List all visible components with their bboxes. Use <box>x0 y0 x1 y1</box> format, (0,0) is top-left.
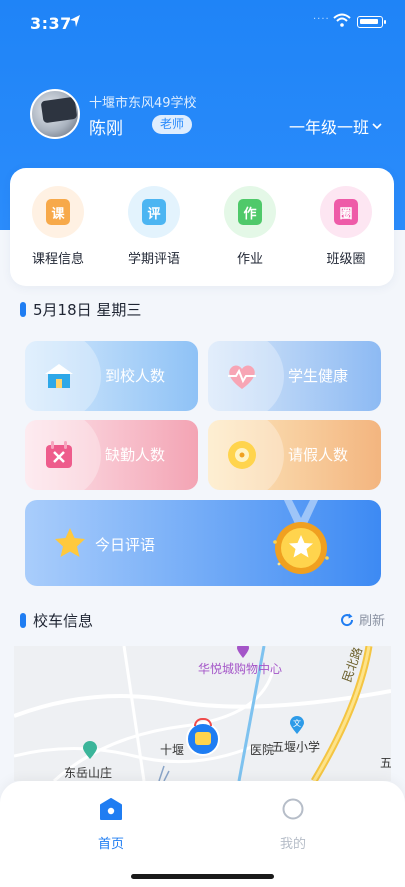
homework-icon: 作 <box>224 186 276 238</box>
map-label-hospital-tail: 医院 <box>250 743 275 757</box>
tab-bar: 首页 我的 <box>0 781 405 887</box>
refresh-icon <box>341 613 353 626</box>
menu-item-homework[interactable]: 作 作业 <box>210 186 290 267</box>
date-title: 5月18日 星期三 <box>33 301 142 319</box>
term-comment-icon: 评 <box>128 186 180 238</box>
school-name: 十堰市东风49学校 <box>89 96 197 111</box>
leave-clock-icon <box>228 441 256 469</box>
stat-card-arrival[interactable]: 到校人数 <box>25 341 198 411</box>
map-label-school: 五堰小学 <box>272 740 321 754</box>
class-selector-label: 一年级一班 <box>288 118 369 137</box>
profile-icon <box>282 798 304 820</box>
map-label-mall: 华悦城购物中心 <box>198 662 283 676</box>
menu-label: 学期评语 <box>127 252 180 267</box>
tab-home[interactable]: 首页 <box>71 797 151 852</box>
refresh-button[interactable]: 刷新 <box>339 610 385 629</box>
area-pin-icon <box>83 741 97 759</box>
map-label-area: 东岳山庄 <box>64 766 113 780</box>
role-badge: 老师 <box>152 115 193 134</box>
star-icon <box>55 528 85 557</box>
map-label-edge: 五 <box>380 756 391 770</box>
stat-label: 请假人数 <box>288 446 349 464</box>
feature-menu: 课 课程信息 评 学期评语 作 作业 圈 班级圈 <box>10 168 394 286</box>
status-time: 3:37 <box>30 14 72 33</box>
menu-item-class-circle[interactable]: 圈 班级圈 <box>306 186 386 267</box>
section-marker <box>20 613 26 628</box>
mall-pin-icon <box>237 646 249 658</box>
menu-item-course-info[interactable]: 课 课程信息 <box>18 186 98 267</box>
stat-card-health[interactable]: 学生健康 <box>208 341 381 411</box>
today-evaluation-label: 今日评语 <box>95 536 156 554</box>
stat-card-absence[interactable]: 缺勤人数 <box>25 420 198 490</box>
class-selector[interactable]: 一年级一班 <box>289 114 383 138</box>
stat-label: 到校人数 <box>105 367 166 385</box>
stat-label: 学生健康 <box>288 367 349 385</box>
menu-label: 课程信息 <box>31 252 84 267</box>
map-label-hospital: 十堰 <box>160 743 185 757</box>
heart-health-icon <box>228 365 256 389</box>
signal-icon: ···· <box>313 14 330 25</box>
status-bar: 3:37 ···· <box>0 0 405 44</box>
tab-mine[interactable]: 我的 <box>253 797 333 852</box>
menu-item-term-comment[interactable]: 评 学期评语 <box>114 186 194 267</box>
today-evaluation-card[interactable]: 今日评语 <box>25 500 381 586</box>
teacher-name: 陈刚 <box>89 119 123 139</box>
section-marker <box>20 302 26 317</box>
stat-card-leave[interactable]: 请假人数 <box>208 420 381 490</box>
course-info-icon: 课 <box>32 186 84 238</box>
absence-calendar-icon <box>46 441 72 468</box>
bus-info-title: 校车信息 <box>33 612 94 630</box>
medal-icon <box>273 500 329 574</box>
bus-map[interactable]: 华悦城购物中心 民北路 文 五堰小学 十堰 医院 东岳山庄 五 <box>14 646 391 781</box>
tab-mine-label: 我的 <box>279 837 306 852</box>
svg-text:文: 文 <box>293 718 301 728</box>
tab-home-label: 首页 <box>97 837 124 852</box>
class-circle-icon: 圈 <box>320 186 372 238</box>
menu-label: 班级圈 <box>326 252 366 267</box>
stat-label: 缺勤人数 <box>105 446 166 464</box>
home-indicator <box>131 874 274 879</box>
home-icon <box>100 798 122 820</box>
location-arrow-icon <box>70 15 80 27</box>
menu-label: 作业 <box>236 252 263 267</box>
avatar[interactable] <box>30 89 80 139</box>
refresh-label: 刷新 <box>358 614 385 629</box>
battery-icon <box>357 16 386 28</box>
bus-marker-icon[interactable] <box>186 718 220 756</box>
wifi-icon <box>333 13 351 27</box>
chevron-down-icon <box>372 123 382 130</box>
school-pin-icon: 文 <box>290 716 304 734</box>
school-arrival-icon <box>45 364 73 388</box>
